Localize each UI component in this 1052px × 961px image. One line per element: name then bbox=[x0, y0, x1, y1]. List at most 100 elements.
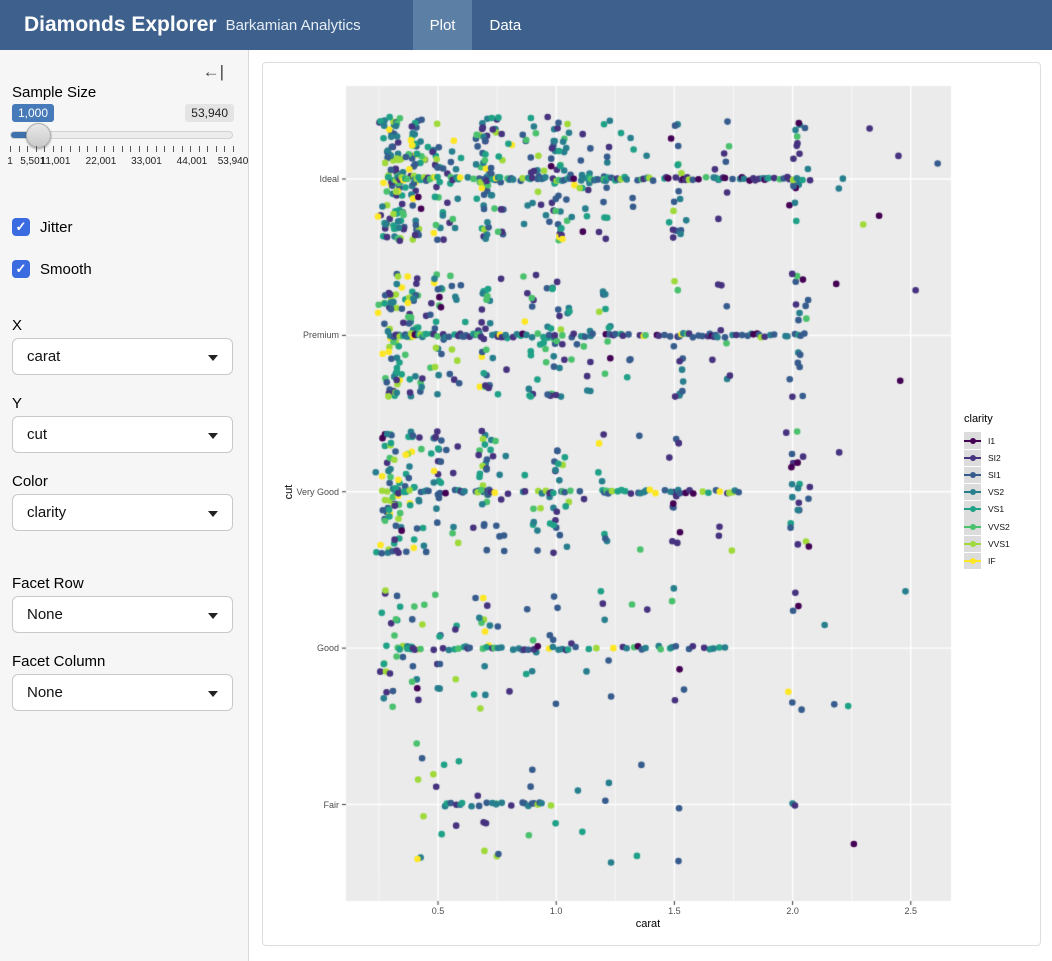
color-select[interactable]: clarity bbox=[12, 494, 233, 531]
legend-point-icon bbox=[970, 455, 976, 461]
slider-tick bbox=[207, 146, 208, 152]
smooth-checkbox-row[interactable]: ✓ Smooth bbox=[12, 260, 92, 278]
facet-column-select[interactable]: None bbox=[12, 674, 233, 711]
legend-point-icon bbox=[970, 524, 976, 530]
slider-tick bbox=[147, 146, 148, 152]
legend-entry-label: VS1 bbox=[988, 504, 1004, 514]
y-select-label: Y bbox=[12, 395, 22, 412]
smooth-checkbox-label: Smooth bbox=[40, 261, 92, 278]
y-tick-label: Very Good bbox=[263, 487, 339, 497]
jitter-checkbox-label: Jitter bbox=[40, 219, 73, 236]
legend-entry-label: VVS1 bbox=[988, 539, 1010, 549]
slider-tick bbox=[70, 146, 71, 152]
legend-key-swatch bbox=[964, 501, 981, 517]
sample-size-slider[interactable] bbox=[10, 131, 233, 139]
slider-tick bbox=[27, 146, 28, 152]
slider-tick bbox=[19, 146, 20, 152]
slider-tick bbox=[96, 146, 97, 152]
x-tick-label: 1.0 bbox=[550, 906, 563, 916]
legend-entries: I1 SI2 SI1 VS2 VS1 VVS2 VVS1 IF bbox=[964, 432, 1042, 570]
slider-tick bbox=[104, 146, 105, 152]
legend-entry-label: SI2 bbox=[988, 453, 1001, 463]
y-tick-label: Premium bbox=[263, 330, 339, 340]
y-tick-label: Fair bbox=[263, 800, 339, 810]
legend-key-swatch bbox=[964, 484, 981, 500]
legend-entry: VVS1 bbox=[964, 535, 1042, 552]
app-header: Diamonds Explorer Barkamian Analytics Pl… bbox=[0, 0, 1052, 50]
y-select-value: cut bbox=[27, 426, 47, 443]
slider-max-badge: 53,940 bbox=[185, 104, 234, 122]
jitter-checkbox-row[interactable]: ✓ Jitter bbox=[12, 218, 73, 236]
legend-point-icon bbox=[970, 506, 976, 512]
chevron-down-icon bbox=[208, 691, 218, 697]
x-axis-title: carat bbox=[636, 918, 660, 930]
slider-tick bbox=[79, 146, 80, 152]
legend-point-icon bbox=[970, 541, 976, 547]
collapse-sidebar-icon[interactable]: ←| bbox=[203, 62, 224, 82]
slider-tick-label: 44,001 bbox=[177, 156, 208, 167]
slider-tick bbox=[216, 146, 217, 152]
x-select[interactable]: carat bbox=[12, 338, 233, 375]
slider-tick bbox=[36, 146, 37, 152]
facet-row-select-label: Facet Row bbox=[12, 575, 84, 592]
legend-key-swatch bbox=[964, 553, 981, 569]
slider-tick bbox=[156, 146, 157, 152]
slider-tick bbox=[130, 146, 131, 152]
y-select[interactable]: cut bbox=[12, 416, 233, 453]
slider-tick bbox=[113, 146, 114, 152]
legend-entry-label: IF bbox=[988, 556, 996, 566]
legend-entry-label: SI1 bbox=[988, 470, 1001, 480]
legend-entry: SI2 bbox=[964, 449, 1042, 466]
facet-column-select-value: None bbox=[27, 684, 63, 701]
slider-tick bbox=[53, 146, 54, 152]
legend-key-swatch bbox=[964, 467, 981, 483]
legend-point-icon bbox=[970, 489, 976, 495]
chevron-down-icon bbox=[208, 613, 218, 619]
color-select-label: Color bbox=[12, 473, 48, 490]
sidebar: ←| Sample Size 1,000 53,940 15,50111,001… bbox=[0, 50, 249, 961]
facet-row-select-value: None bbox=[27, 606, 63, 623]
legend-key-swatch bbox=[964, 518, 981, 534]
legend-entry: VS2 bbox=[964, 484, 1042, 501]
slider-tick bbox=[199, 146, 200, 152]
slider-tick-label: 53,940 bbox=[218, 156, 249, 167]
slider-tick-label: 22,001 bbox=[86, 156, 117, 167]
legend-point-icon bbox=[970, 558, 976, 564]
color-select-value: clarity bbox=[27, 504, 66, 521]
sample-size-label: Sample Size bbox=[12, 84, 96, 101]
facet-row-select[interactable]: None bbox=[12, 596, 233, 633]
x-tick-label: 0.5 bbox=[432, 906, 445, 916]
slider-handle[interactable] bbox=[26, 123, 51, 148]
slider-tick-label: 11,001 bbox=[41, 156, 71, 167]
tab-data[interactable]: Data bbox=[472, 0, 538, 50]
chevron-down-icon bbox=[208, 355, 218, 361]
x-tick-label: 2.5 bbox=[905, 906, 918, 916]
legend-entry-label: VVS2 bbox=[988, 522, 1010, 532]
slider-tick-labels: 15,50111,00122,00133,00144,00153,940 bbox=[10, 156, 233, 168]
slider-tick-ruler bbox=[10, 146, 233, 152]
chevron-down-icon bbox=[208, 433, 218, 439]
slider-tick-label: 1 bbox=[7, 156, 13, 167]
slider-tick-label: 33,001 bbox=[131, 156, 162, 167]
legend-entry-label: I1 bbox=[988, 436, 995, 446]
smooth-checkbox[interactable]: ✓ bbox=[12, 260, 30, 278]
jitter-checkbox[interactable]: ✓ bbox=[12, 218, 30, 236]
y-axis-title: cut bbox=[283, 485, 295, 500]
legend-entry: I1 bbox=[964, 432, 1042, 449]
x-tick-label: 2.0 bbox=[786, 906, 799, 916]
plot-legend: clarity I1 SI2 SI1 VS2 VS1 VVS2 VVS1 IF bbox=[964, 413, 1042, 570]
legend-entry-label: VS2 bbox=[988, 487, 1004, 497]
tab-plot[interactable]: Plot bbox=[413, 0, 473, 50]
legend-entry: VVS2 bbox=[964, 518, 1042, 535]
x-tick-label: 1.5 bbox=[668, 906, 681, 916]
legend-title: clarity bbox=[964, 413, 1042, 425]
scatter-plot-canvas bbox=[263, 63, 1040, 945]
slider-tick bbox=[233, 146, 234, 152]
slider-tick bbox=[173, 146, 174, 152]
slider-tick bbox=[44, 146, 45, 152]
slider-value-badge: 1,000 bbox=[12, 104, 54, 122]
facet-column-select-label: Facet Column bbox=[12, 653, 105, 670]
legend-key-swatch bbox=[964, 536, 981, 552]
slider-tick bbox=[224, 146, 225, 152]
slider-tick bbox=[190, 146, 191, 152]
